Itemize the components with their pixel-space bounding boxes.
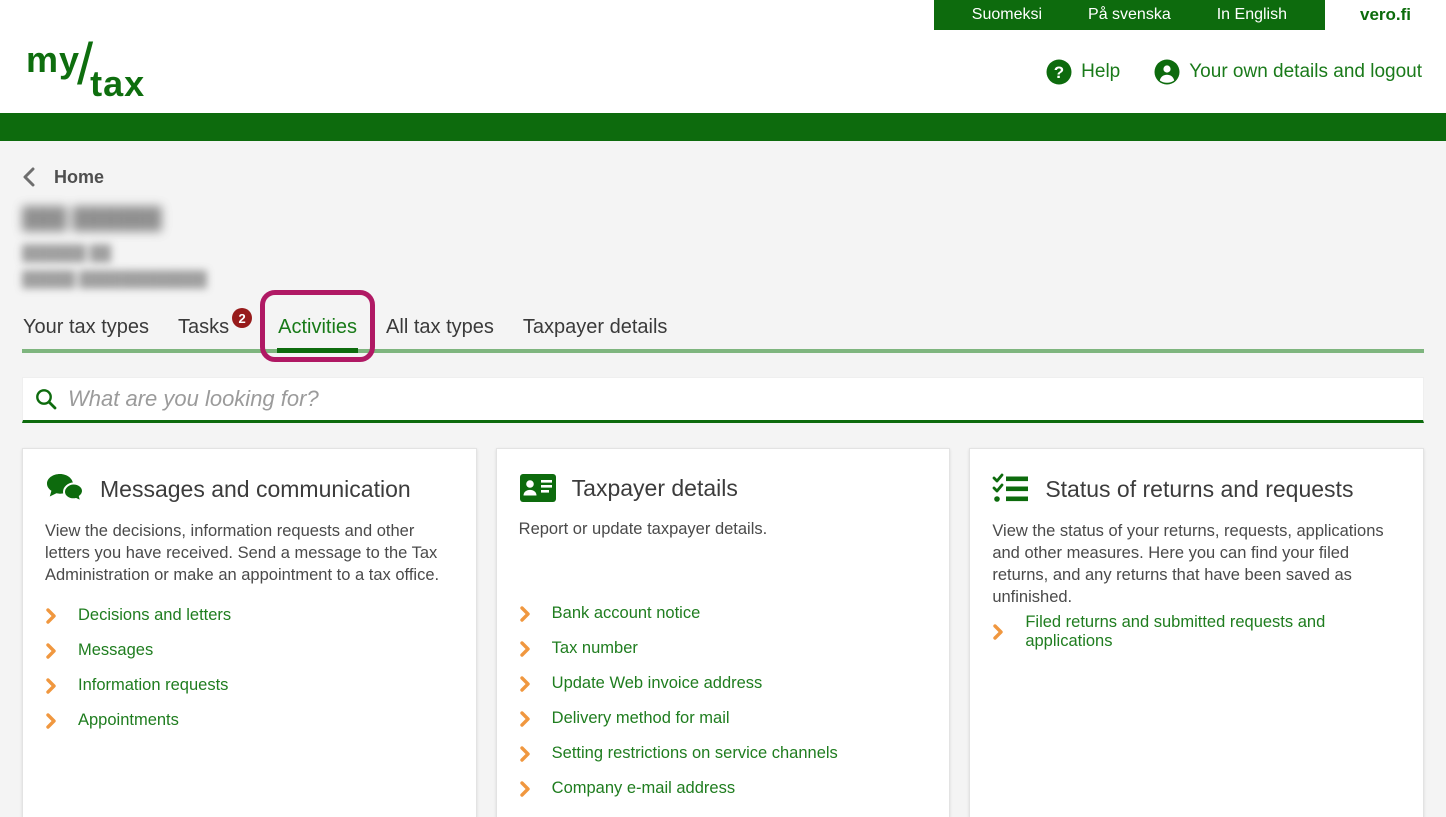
search-bar bbox=[22, 377, 1424, 423]
card-title: Taxpayer details bbox=[571, 474, 738, 501]
card-header: Messages and communication bbox=[45, 473, 454, 505]
mytax-logo[interactable]: my / tax bbox=[26, 35, 146, 104]
chevron-right-icon bbox=[45, 607, 57, 624]
link-label: Messages bbox=[78, 641, 154, 659]
card-links: Decisions and letters Messages Informati… bbox=[45, 606, 454, 730]
account-logout-button[interactable]: Your own details and logout bbox=[1154, 59, 1422, 85]
link-label: Filed returns and submitted requests and… bbox=[1025, 613, 1326, 651]
language-link-pa-svenska[interactable]: På svenska bbox=[1088, 6, 1171, 24]
id-card-icon bbox=[519, 473, 557, 503]
link-filed-returns-and-submitted-requests[interactable]: Filed returns and submitted requests and… bbox=[992, 613, 1401, 651]
chevron-right-icon bbox=[45, 712, 57, 729]
card-title: Messages and communication bbox=[100, 475, 411, 502]
top-strip: Suomeksi På svenska In English vero.fi bbox=[0, 0, 1446, 30]
taxpayer-profile-block: ███ ██████ ██████ ██ █████ ████████████ bbox=[22, 207, 1424, 288]
link-label: Information requests bbox=[78, 676, 229, 694]
tab-bar: Your tax types Tasks 2 Activities All tax… bbox=[22, 290, 1424, 362]
tab-tasks[interactable]: Tasks 2 bbox=[177, 308, 253, 353]
search-input[interactable] bbox=[68, 386, 1412, 412]
card-header: Taxpayer details bbox=[519, 473, 928, 503]
link-label: Bank account notice bbox=[551, 604, 701, 622]
link-bank-account-notice[interactable]: Bank account notice bbox=[519, 604, 928, 623]
tab-activities-wrap: Activities bbox=[260, 290, 376, 362]
help-button[interactable]: ? Help bbox=[1046, 59, 1120, 85]
logo-text-my: my bbox=[26, 38, 81, 80]
tasks-badge: 2 bbox=[232, 308, 253, 328]
chevron-right-icon bbox=[519, 675, 531, 692]
account-logout-label: Your own details and logout bbox=[1189, 60, 1422, 82]
taxpayer-address-redacted: ██████ ██ bbox=[22, 245, 112, 262]
help-icon: ? bbox=[1046, 59, 1072, 85]
taxpayer-name-redacted: ███ ██████ bbox=[22, 207, 162, 230]
card-title: Status of returns and requests bbox=[1045, 475, 1354, 502]
main-content: Home ███ ██████ ██████ ██ █████ ████████… bbox=[0, 165, 1446, 817]
chevron-left-icon bbox=[22, 167, 36, 187]
link-information-requests[interactable]: Information requests bbox=[45, 676, 454, 695]
link-label: Setting restrictions on service channels bbox=[551, 744, 838, 762]
breadcrumb-home-link[interactable]: Home bbox=[54, 167, 104, 188]
link-label: Delivery method for mail bbox=[551, 709, 730, 727]
chevron-right-icon bbox=[45, 642, 57, 659]
link-decisions-and-letters[interactable]: Decisions and letters bbox=[45, 606, 454, 625]
link-setting-restrictions-on-service-channels[interactable]: Setting restrictions on service channels bbox=[519, 744, 928, 763]
chevron-right-icon bbox=[519, 745, 531, 762]
link-company-email-address[interactable]: Company e-mail address bbox=[519, 779, 928, 798]
verofi-link[interactable]: vero.fi bbox=[1360, 5, 1411, 25]
chevron-right-icon bbox=[519, 780, 531, 797]
language-link-suomeksi[interactable]: Suomeksi bbox=[972, 6, 1042, 24]
card-description: View the decisions, information requests… bbox=[45, 522, 440, 585]
link-tax-number[interactable]: Tax number bbox=[519, 639, 928, 658]
card-links: Filed returns and submitted requests and… bbox=[992, 613, 1401, 651]
card-links: Bank account notice Tax number Update We… bbox=[519, 604, 928, 798]
logo-text-tax: tax bbox=[90, 62, 146, 104]
tab-your-tax-types[interactable]: Your tax types bbox=[22, 310, 150, 353]
taxpayer-city-redacted: █████ ████████████ bbox=[22, 271, 207, 288]
link-label: Update Web invoice address bbox=[551, 674, 763, 692]
help-label: Help bbox=[1081, 60, 1121, 82]
activity-cards: Messages and communication View the deci… bbox=[22, 448, 1424, 817]
link-update-web-invoice-address[interactable]: Update Web invoice address bbox=[519, 674, 928, 693]
chevron-right-icon bbox=[519, 710, 531, 727]
breadcrumb[interactable]: Home bbox=[22, 165, 1424, 189]
green-band bbox=[0, 113, 1446, 141]
user-icon bbox=[1154, 59, 1180, 85]
search-icon bbox=[34, 387, 58, 411]
verofi-box: vero.fi bbox=[1325, 0, 1446, 30]
link-label: Company e-mail address bbox=[551, 779, 736, 797]
tab-tasks-label: Tasks bbox=[178, 316, 230, 338]
card-taxpayer-details: Taxpayer details Report or update taxpay… bbox=[495, 448, 951, 817]
chevron-right-icon bbox=[45, 677, 57, 694]
link-label: Appointments bbox=[78, 711, 179, 729]
language-bar: Suomeksi På svenska In English bbox=[933, 0, 1325, 30]
card-description: View the status of your returns, request… bbox=[992, 522, 1384, 607]
chevron-right-icon bbox=[519, 605, 531, 622]
link-appointments[interactable]: Appointments bbox=[45, 711, 454, 730]
checklist-icon bbox=[992, 473, 1030, 505]
link-delivery-method-for-mail[interactable]: Delivery method for mail bbox=[519, 709, 928, 728]
chevron-right-icon bbox=[992, 624, 1004, 641]
card-header: Status of returns and requests bbox=[992, 473, 1401, 505]
card-status-of-returns-and-requests: Status of returns and requests View the … bbox=[969, 448, 1424, 817]
svg-text:?: ? bbox=[1054, 63, 1064, 82]
language-link-in-english[interactable]: In English bbox=[1217, 6, 1287, 24]
card-messages-and-communication: Messages and communication View the deci… bbox=[22, 448, 477, 817]
tab-all-tax-types[interactable]: All tax types bbox=[385, 310, 495, 353]
tab-taxpayer-details[interactable]: Taxpayer details bbox=[522, 310, 669, 353]
header: my / tax ? Help Your own details and log… bbox=[0, 30, 1446, 113]
chat-bubbles-icon bbox=[45, 473, 85, 505]
header-actions: ? Help Your own details and logout bbox=[1046, 59, 1422, 85]
card-description: Report or update taxpayer details. bbox=[518, 520, 768, 538]
link-label: Decisions and letters bbox=[78, 606, 232, 624]
chevron-right-icon bbox=[519, 640, 531, 657]
tab-activities[interactable]: Activities bbox=[277, 310, 359, 353]
link-messages[interactable]: Messages bbox=[45, 641, 454, 660]
link-label: Tax number bbox=[551, 639, 638, 657]
